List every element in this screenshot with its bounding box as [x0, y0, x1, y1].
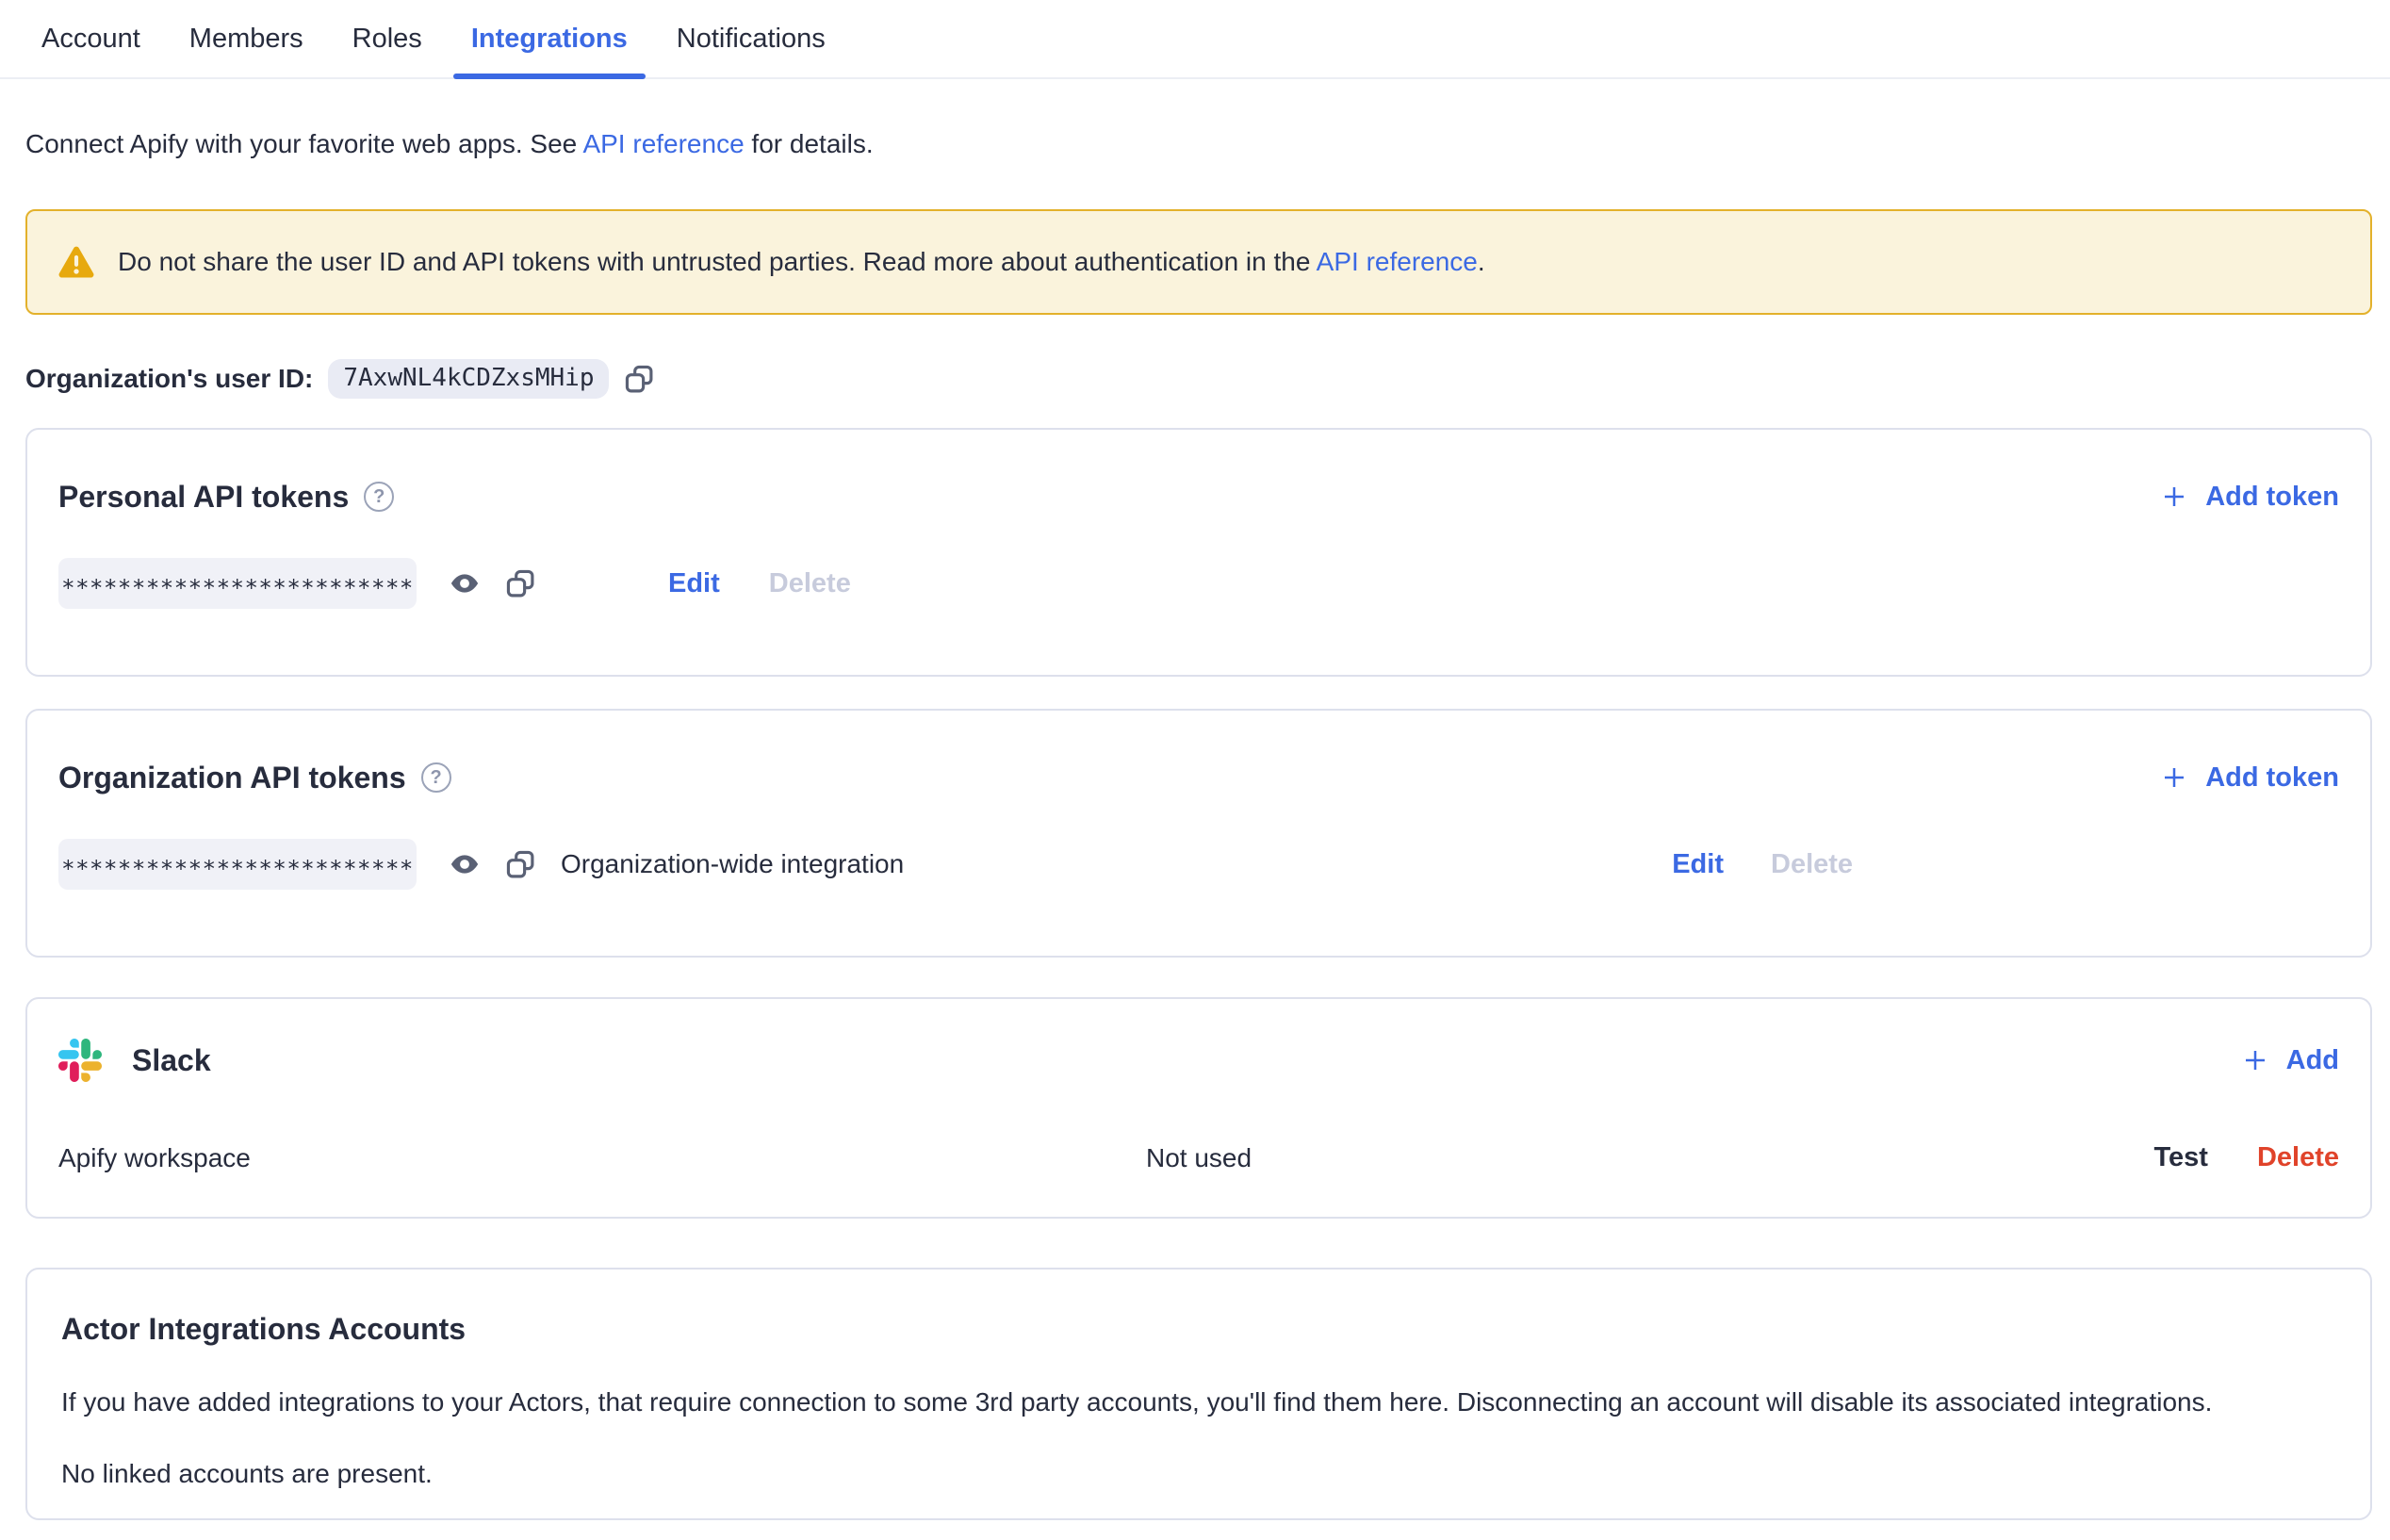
user-id-value[interactable]: 7AxwNL4kCDZxsMHip [328, 359, 609, 399]
copy-token-icon[interactable] [505, 568, 536, 599]
delete-org-token-link: Delete [1771, 849, 1853, 880]
warning-text-after: . [1478, 247, 1485, 276]
add-slack-label: Add [2286, 1045, 2339, 1076]
warning-icon [57, 245, 95, 280]
add-org-token-label: Add token [2205, 762, 2339, 794]
personal-api-tokens-header: Personal API tokens ? Add token [58, 477, 2339, 516]
slack-row-actions: Test Delete [1252, 1142, 2339, 1173]
personal-api-tokens-title-text: Personal API tokens [58, 477, 349, 516]
warning-text-before: Do not share the user ID and API tokens … [118, 247, 1317, 276]
delete-personal-token-link: Delete [769, 568, 851, 599]
test-slack-link[interactable]: Test [2153, 1142, 2207, 1173]
plus-icon [2241, 1046, 2269, 1074]
add-org-token-button[interactable]: Add token [2160, 762, 2339, 794]
tab-notifications[interactable]: Notifications [659, 0, 843, 77]
tab-integrations[interactable]: Integrations [453, 0, 646, 77]
api-reference-link[interactable]: API reference [582, 129, 744, 158]
slack-header: Slack Add [58, 1039, 2339, 1082]
help-icon[interactable]: ? [364, 482, 394, 512]
add-slack-button[interactable]: Add [2241, 1045, 2339, 1076]
integrations-page: Connect Apify with your favorite web app… [0, 128, 2390, 1520]
intro-text: Connect Apify with your favorite web app… [25, 128, 2372, 160]
intro-text-before: Connect Apify with your favorite web app… [25, 129, 582, 158]
actor-integrations-title: Actor Integrations Accounts [61, 1309, 2339, 1349]
org-token-masked-value: ************************* [58, 839, 417, 890]
tab-members[interactable]: Members [172, 0, 321, 77]
copy-icon[interactable] [624, 364, 655, 395]
slack-workspace-row: Apify workspace Not used Test Delete [58, 1142, 2339, 1173]
settings-tabs: Account Members Roles Integrations Notif… [0, 0, 2390, 79]
add-personal-token-button[interactable]: Add token [2160, 482, 2339, 513]
add-personal-token-label: Add token [2205, 482, 2339, 513]
personal-api-tokens-card: Personal API tokens ? Add token ********… [25, 428, 2372, 677]
actor-integrations-description: If you have added integrations to your A… [61, 1386, 2339, 1418]
slack-integration-card: Slack Add Apify workspace Not used Test … [25, 997, 2372, 1219]
slack-workspace-name: Apify workspace [58, 1143, 1146, 1173]
organization-api-tokens-header: Organization API tokens ? Add token [58, 758, 2339, 797]
intro-text-after: for details. [745, 129, 874, 158]
personal-token-row: ************************* Edit Delete [58, 558, 2339, 609]
slack-title-wrap: Slack [58, 1039, 211, 1082]
organization-api-tokens-title-text: Organization API tokens [58, 758, 406, 797]
user-id-label: Organization's user ID: [25, 364, 313, 394]
tab-roles[interactable]: Roles [335, 0, 440, 77]
org-token-row: ************************* Organization-w… [58, 839, 2339, 890]
org-token-description: Organization-wide integration [561, 849, 904, 879]
reveal-token-eye-icon[interactable] [445, 568, 484, 598]
warning-api-reference-link[interactable]: API reference [1317, 247, 1478, 276]
delete-slack-link[interactable]: Delete [2257, 1142, 2339, 1173]
user-id-row: Organization's user ID: 7AxwNL4kCDZxsMHi… [25, 356, 2372, 401]
personal-token-masked-value: ************************* [58, 558, 417, 609]
copy-token-icon[interactable] [505, 849, 536, 880]
edit-personal-token-link[interactable]: Edit [668, 568, 720, 599]
warning-text: Do not share the user ID and API tokens … [118, 245, 1485, 279]
organization-api-tokens-card: Organization API tokens ? Add token ****… [25, 709, 2372, 958]
edit-org-token-link[interactable]: Edit [1672, 849, 1724, 880]
plus-icon [2160, 763, 2188, 792]
tab-account[interactable]: Account [24, 0, 158, 77]
slack-workspace-status: Not used [1146, 1143, 1252, 1173]
reveal-token-eye-icon[interactable] [445, 849, 484, 879]
slack-title: Slack [132, 1040, 211, 1080]
plus-icon [2160, 483, 2188, 511]
help-icon[interactable]: ? [421, 762, 451, 793]
organization-api-tokens-title: Organization API tokens ? [58, 758, 451, 797]
slack-logo-icon [58, 1039, 102, 1082]
actor-integrations-accounts-card: Actor Integrations Accounts If you have … [25, 1268, 2372, 1520]
warning-banner: Do not share the user ID and API tokens … [25, 209, 2372, 315]
personal-api-tokens-title: Personal API tokens ? [58, 477, 394, 516]
actor-integrations-empty-state: No linked accounts are present. [61, 1458, 2339, 1490]
